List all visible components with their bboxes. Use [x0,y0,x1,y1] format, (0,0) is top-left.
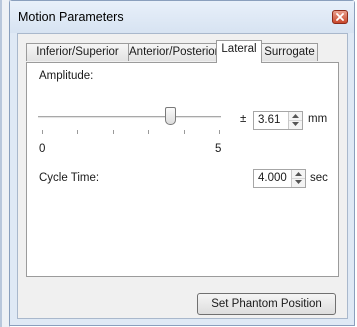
amplitude-spinbox[interactable]: 3.61 [253,111,303,130]
cycle-time-unit: sec [310,172,328,184]
slider-max-label: 5 [215,143,222,155]
slider-tick [113,130,114,134]
cycle-time-value[interactable]: 4.000 [258,172,287,184]
cycle-time-label: Cycle Time: [39,172,100,184]
tab-surrogate[interactable]: Surrogate [261,43,318,61]
amplitude-slider-track [38,116,221,119]
amplitude-decrement-button[interactable] [289,120,302,128]
slider-min-label: 0 [39,143,46,155]
cycle-time-spin-buttons [291,170,305,187]
arrow-up-icon [295,172,302,176]
arrow-down-icon [292,122,299,126]
amplitude-spin-buttons [288,112,302,129]
cycle-time-spinbox[interactable]: 4.000 [253,169,306,188]
slider-tick [148,130,149,134]
lateral-tab-panel: Amplitude: 0 5 ± 3.61 mm Cycle Time: 4.0… [26,62,339,277]
cycle-time-decrement-button[interactable] [292,178,305,186]
arrow-up-icon [292,114,299,118]
arrow-down-icon [295,180,302,184]
close-button[interactable] [332,10,348,24]
slider-tick [184,130,185,134]
tab-lateral[interactable]: Lateral [216,40,262,63]
tab-anterior-posterior[interactable]: Anterior/Posterior [128,43,218,61]
amplitude-label: Amplitude: [39,70,94,82]
plus-minus-symbol: ± [240,113,247,125]
slider-tick [77,130,78,134]
dialog-client-area: Inferior/Superior Anterior/Posterior Lat… [17,33,348,319]
slider-tick [219,130,220,134]
slider-tick [42,130,43,134]
set-phantom-position-button[interactable]: Set Phantom Position [197,293,336,315]
motion-parameters-window: Motion Parameters Inferior/Superior Ante… [9,0,355,326]
close-icon [336,13,344,21]
title-bar[interactable]: Motion Parameters [10,1,354,33]
tab-inferior-superior[interactable]: Inferior/Superior [26,43,129,61]
amplitude-value[interactable]: 3.61 [258,114,280,126]
amplitude-unit: mm [308,113,328,125]
amplitude-slider-thumb[interactable] [164,107,176,125]
window-title: Motion Parameters [18,10,124,24]
